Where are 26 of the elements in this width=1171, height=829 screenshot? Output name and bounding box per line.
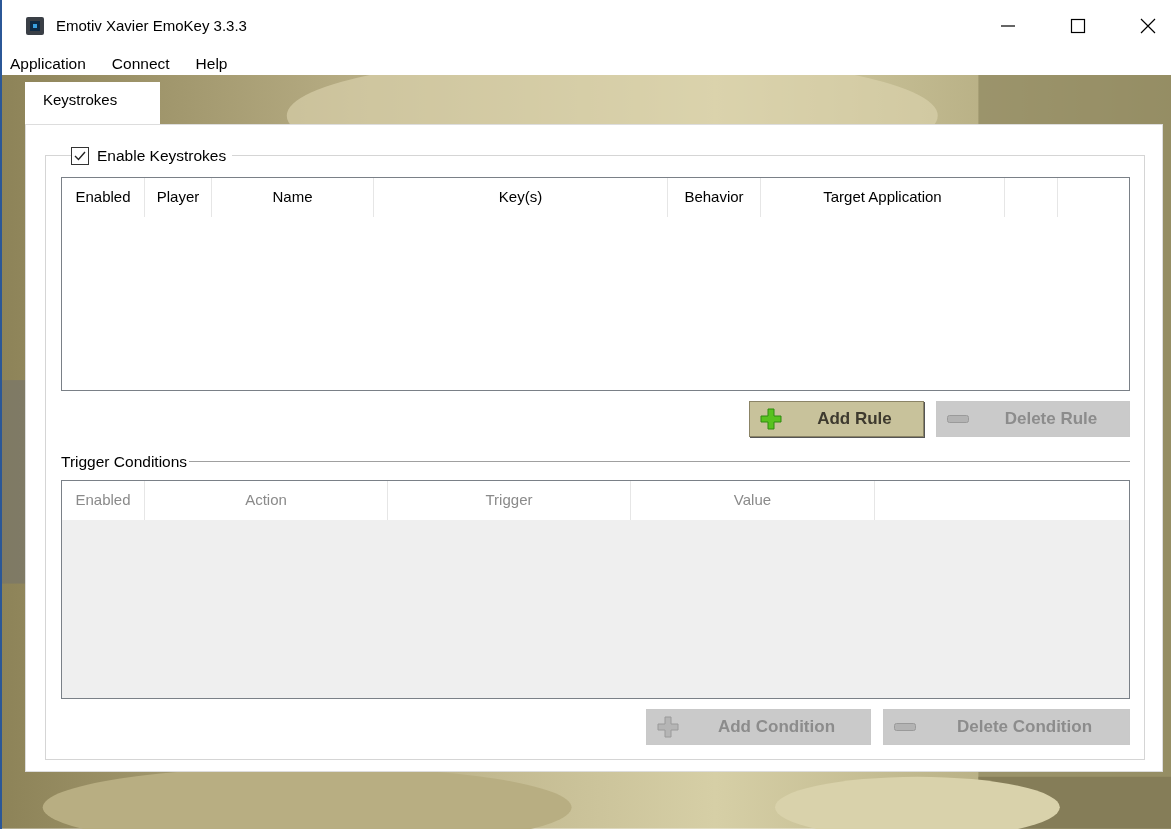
window-title: Emotiv Xavier EmoKey 3.3.3 [56,15,247,36]
tab[interactable]: Keystrokes [25,82,160,125]
maximize-icon [1070,18,1086,34]
close-icon [1140,18,1156,34]
button: Delete Condition [883,708,1130,745]
menu-item[interactable]: Help [193,52,240,76]
plus-icon [657,715,679,738]
minimize-icon [1001,25,1015,27]
plus-icon [760,407,782,430]
menu-item[interactable]: Application [8,52,98,76]
section-title: Trigger Conditions [61,451,189,472]
column-header[interactable]: Player [145,177,212,217]
column-header[interactable]: Target Application [761,177,1005,217]
column-header[interactable]: Name [212,177,374,217]
column-header[interactable]: Behavior [668,177,761,217]
button: Add Condition [646,708,871,745]
column-header[interactable]: Key(s) [374,177,668,217]
button: Delete Rule [936,400,1130,437]
menu-item[interactable]: Connect [109,52,182,76]
button[interactable]: Add Rule [749,400,924,437]
checkbox-label: Enable Keystrokes [97,146,227,167]
minus-icon [894,722,916,731]
minus-icon [947,414,969,423]
app-icon [26,17,44,35]
column-header[interactable]: Enabled [62,177,145,217]
checkbox[interactable] [71,146,89,165]
